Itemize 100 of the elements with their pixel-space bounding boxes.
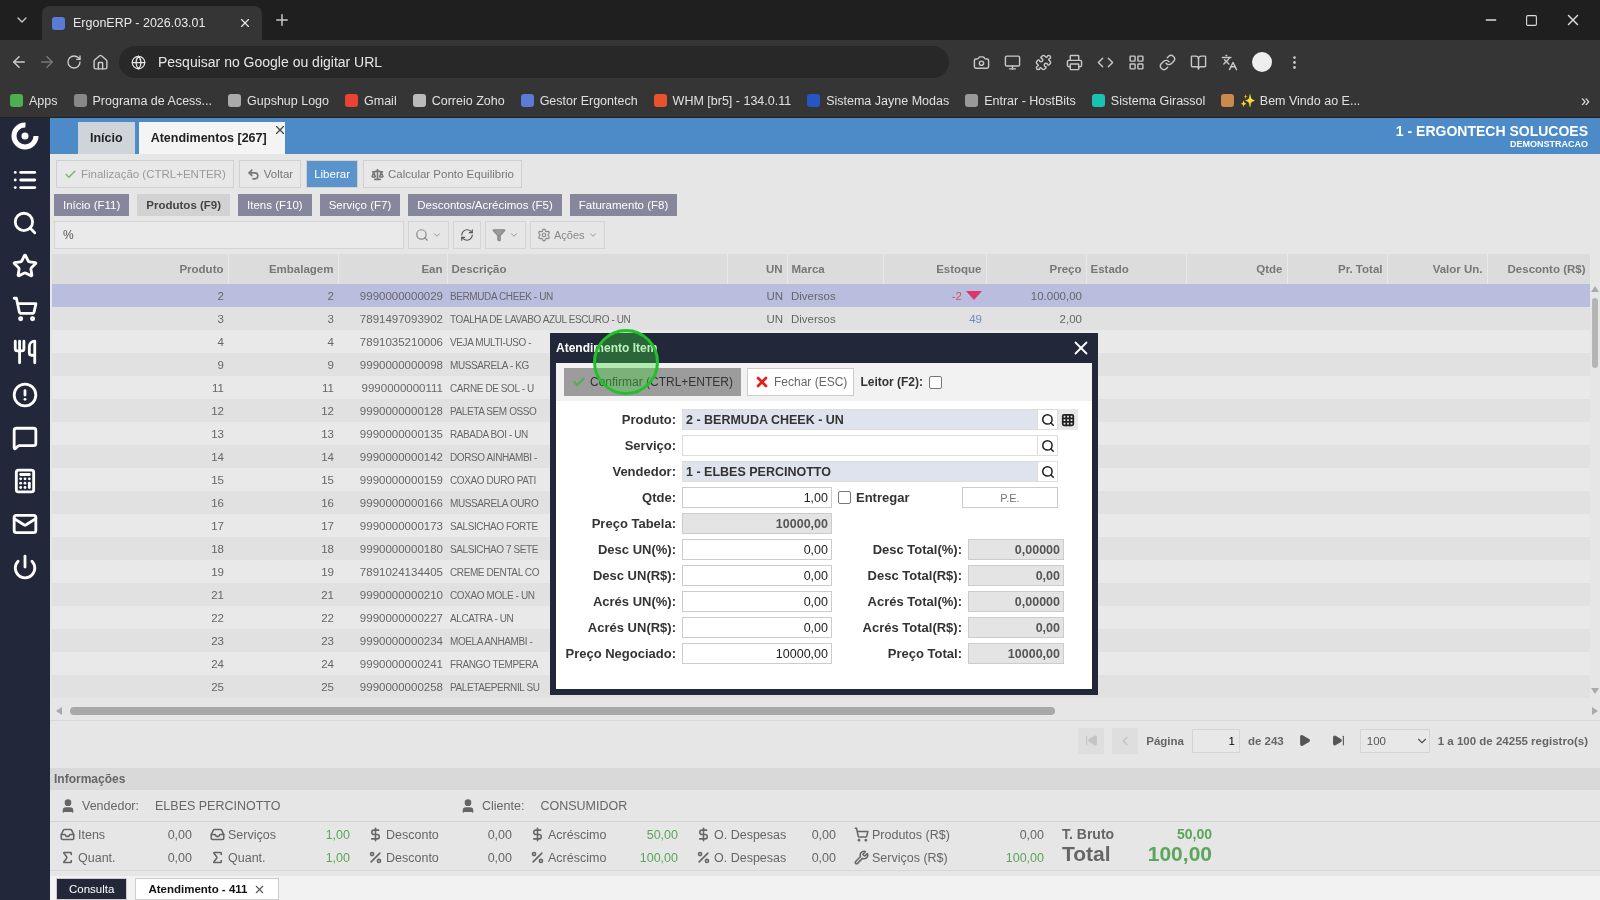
browser-tab[interactable]: ErgonERP - 2026.03.01 (42, 6, 262, 40)
column-header[interactable]: Ean (338, 254, 447, 284)
input-field[interactable]: 0,00 (682, 617, 832, 638)
input-field[interactable]: 0,00 (968, 565, 1064, 586)
puzzle-icon[interactable] (1035, 53, 1052, 71)
camera-icon[interactable] (973, 53, 990, 71)
refresh-button[interactable] (453, 221, 481, 249)
column-header[interactable]: Desconto (R$) (1487, 254, 1590, 284)
translate-icon[interactable] (1221, 53, 1238, 71)
table-row[interactable]: 2 2 9990000000029 BERMUDA CHEEK - UN UN Diversos -2 10.000,00 (52, 284, 1590, 307)
more-bookmarks[interactable]: » (1581, 91, 1590, 110)
utensils-icon[interactable] (12, 339, 38, 365)
horizontal-scrollbar[interactable] (54, 705, 1600, 717)
home-icon[interactable] (92, 53, 109, 71)
input-field[interactable]: 0,00 (682, 565, 832, 586)
toolbar-button[interactable]: Liberar (306, 160, 358, 188)
column-header[interactable]: Estado (1086, 254, 1186, 284)
bookmark[interactable]: WHM [br5] - 134.0.11 (653, 93, 792, 108)
forward-icon[interactable] (38, 53, 56, 71)
input-field[interactable]: 10000,00 (682, 643, 832, 664)
section-tab[interactable]: Produtos (F9) (137, 194, 231, 216)
cart-icon[interactable] (12, 296, 38, 322)
bookmark[interactable]: Programa de Acess... (73, 93, 212, 108)
star-icon[interactable] (12, 253, 38, 279)
column-header[interactable]: Embalagem (228, 254, 338, 284)
table-cell: 21 (211, 588, 224, 601)
input-field[interactable]: 1,00 (682, 487, 832, 508)
bookmark[interactable]: ✨ Bem Vindo ao E... (1221, 93, 1361, 108)
search-icon[interactable] (1040, 438, 1055, 453)
grid-button[interactable] (1058, 409, 1078, 430)
new-tab-icon[interactable] (273, 11, 291, 29)
column-header[interactable]: Preço (986, 254, 1086, 284)
bookmark[interactable]: Gupshup Logo (228, 93, 330, 108)
lookup-field[interactable]: 2 - BERMUDA CHEEK - UN (682, 409, 1058, 430)
grid-icon[interactable] (1128, 53, 1145, 71)
close-button[interactable]: Fechar (ESC) (747, 368, 855, 396)
bookmark[interactable]: Correio Zoho (412, 93, 505, 108)
alert-icon[interactable] (12, 382, 38, 408)
calculator-icon[interactable] (12, 468, 38, 494)
book-icon[interactable] (1190, 53, 1207, 71)
mail-icon[interactable] (12, 511, 38, 537)
column-header[interactable]: Descrição (447, 254, 727, 284)
bookmark[interactable]: Gestor Ergontech (520, 93, 638, 108)
input-field[interactable]: 10000,00 (682, 513, 832, 534)
search-icon[interactable] (1040, 464, 1055, 479)
input-field[interactable]: 0,00 (682, 591, 832, 612)
actions-button[interactable]: Ações (530, 221, 605, 249)
input-field[interactable]: 10000,00 (968, 643, 1064, 664)
section-tab[interactable]: Início (F11) (54, 194, 130, 216)
column-header[interactable]: Estoque (883, 254, 986, 284)
bookmark[interactable]: Sistema Girassol (1091, 93, 1206, 108)
column-header[interactable]: Pr. Total (1287, 254, 1387, 284)
search-icon[interactable] (1040, 412, 1055, 427)
input-field[interactable]: 0,00000 (968, 539, 1064, 560)
lookup-field[interactable]: 1 - ELBES PERCINOTTO (682, 461, 1058, 482)
section-tab[interactable]: Serviço (F7) (319, 194, 401, 216)
stat-value: 0,00 (167, 827, 192, 842)
bookmark[interactable]: Apps (10, 93, 58, 108)
column-header[interactable]: Valor Un. (1387, 254, 1487, 284)
chat-icon[interactable] (12, 425, 38, 451)
toolbar-button[interactable]: Calcular Ponto Equilibrio (363, 160, 522, 188)
table-row[interactable]: 3 3 7891497093902 TOALHA DE LAVABO AZUL ESCURO - UN UN Diversos 49 2,00 (52, 307, 1590, 330)
page-field[interactable]: 1 (1191, 728, 1240, 753)
section-tab[interactable]: Itens (F10) (238, 194, 312, 216)
column-header[interactable]: Marca (787, 254, 883, 284)
bottom-tab[interactable]: Atendimento - 411 (135, 878, 280, 900)
entregar-checkbox[interactable] (838, 491, 851, 504)
app-tab[interactable]: Atendimentos [267] (138, 122, 285, 154)
input-field[interactable]: 0,00000 (968, 591, 1064, 612)
app-tab[interactable]: Início (78, 122, 135, 154)
column-header[interactable]: Qtde (1186, 254, 1287, 284)
bottom-tab[interactable]: Consulta (56, 878, 128, 900)
bookmark[interactable]: Entrar - HostBits (965, 93, 1076, 108)
column-header[interactable]: UN (727, 254, 787, 284)
section-tab[interactable]: Descontos/Acrécimos (F5) (408, 194, 562, 216)
toolbar-button[interactable]: Voltar (238, 160, 302, 188)
column-header[interactable]: Produto (52, 254, 228, 284)
section-tab[interactable]: Faturamento (F8) (569, 194, 678, 216)
input-field[interactable]: 0,00 (968, 617, 1064, 638)
search-field[interactable]: % (54, 221, 404, 249)
profile-avatar[interactable] (1252, 52, 1272, 72)
power-icon[interactable] (12, 554, 38, 580)
back-icon[interactable] (10, 53, 28, 71)
close-icon[interactable] (238, 16, 252, 30)
reader-checkbox[interactable] (929, 375, 943, 389)
maximize-icon[interactable] (1525, 13, 1538, 27)
logo-icon[interactable] (11, 122, 39, 150)
reload-icon[interactable] (66, 54, 82, 70)
bookmark[interactable]: Gmail (345, 93, 397, 108)
printer-icon[interactable] (1066, 53, 1083, 71)
input-field[interactable]: 0,00 (682, 539, 832, 560)
monitor-icon[interactable] (1004, 53, 1021, 71)
pe-button[interactable]: P.E. (962, 487, 1058, 508)
bookmark[interactable]: Sistema Jayne Modas (807, 93, 950, 108)
page-size-select[interactable]: 100 (1359, 728, 1430, 753)
address-bar[interactable]: Pesquisar no Google ou digitar URL (119, 46, 949, 78)
lookup-field[interactable] (682, 435, 1058, 456)
scale-icon (371, 167, 384, 181)
search-icon[interactable] (12, 210, 38, 236)
link-icon[interactable] (1159, 53, 1176, 71)
